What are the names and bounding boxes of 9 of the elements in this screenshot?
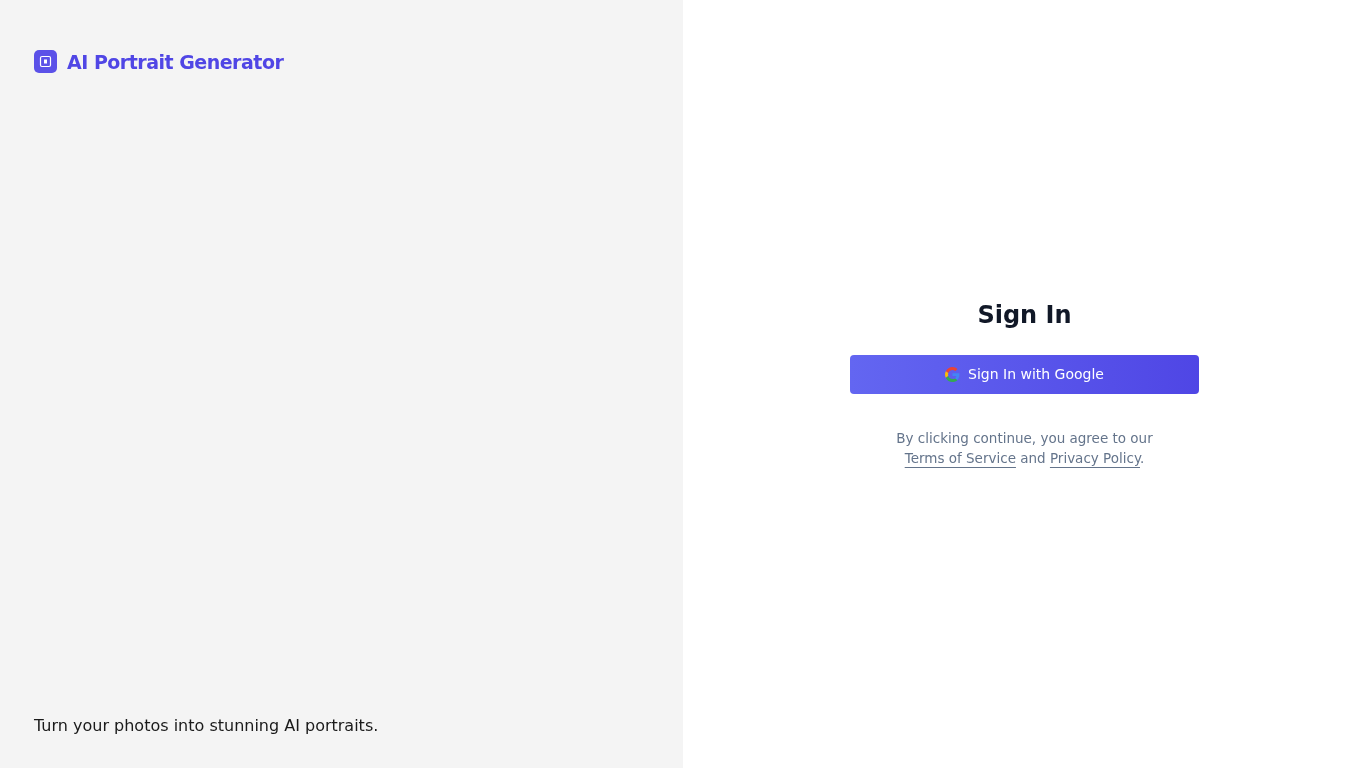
google-sign-in-button[interactable]: Sign In with Google — [850, 354, 1199, 394]
sign-in-heading: Sign In — [977, 300, 1072, 329]
privacy-link[interactable]: Privacy Policy — [1049, 449, 1140, 466]
google-icon — [945, 366, 960, 382]
tagline: Turn your photos into stunning AI portraits. — [34, 716, 380, 735]
brand-title: AI Portrait Generator — [67, 50, 284, 73]
terms-notice: By clicking continue, you agree to our Terms of Service and Privacy Policy. — [895, 428, 1154, 468]
terms-link[interactable]: Terms of Service — [904, 449, 1016, 466]
logo-icon — [34, 50, 57, 73]
